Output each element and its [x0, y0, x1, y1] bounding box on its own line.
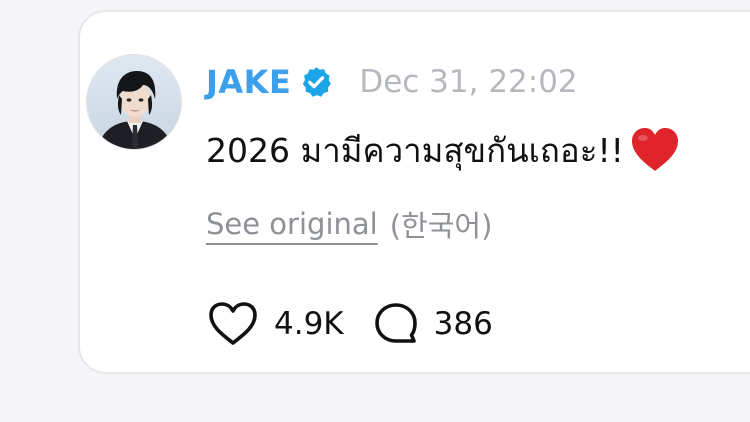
original-language-label: (한국어): [389, 209, 493, 243]
verified-badge-icon: [303, 67, 332, 97]
post-text: 2026 มามีความสุขกันเถอะ!!: [206, 130, 624, 170]
avatar[interactable]: [86, 54, 182, 150]
heart-outline-icon: [209, 302, 257, 345]
like-button[interactable]: 4.9K: [206, 300, 344, 348]
post-actions: 4.9K 386: [206, 298, 493, 350]
author-name[interactable]: JAKE: [206, 63, 291, 101]
like-count: 4.9K: [274, 306, 344, 342]
see-original-link[interactable]: See original: [206, 207, 378, 241]
post-header: JAKE Dec 31, 22:02: [206, 60, 578, 104]
post-timestamp: Dec 31, 22:02: [359, 64, 578, 100]
speech-bubble-outline-icon: [374, 303, 417, 343]
translation-row: See original (한국어): [206, 200, 492, 248]
post-card: JAKE Dec 31, 22:02 2026 มามีความสุขกันเถ…: [78, 10, 750, 374]
reply-button[interactable]: 386: [372, 300, 493, 348]
post-body: 2026 มามีความสุขกันเถอะ!!: [206, 120, 682, 180]
reply-count: 386: [433, 306, 493, 342]
red-heart-emoji: [631, 128, 678, 171]
avatar-image: [87, 55, 181, 149]
